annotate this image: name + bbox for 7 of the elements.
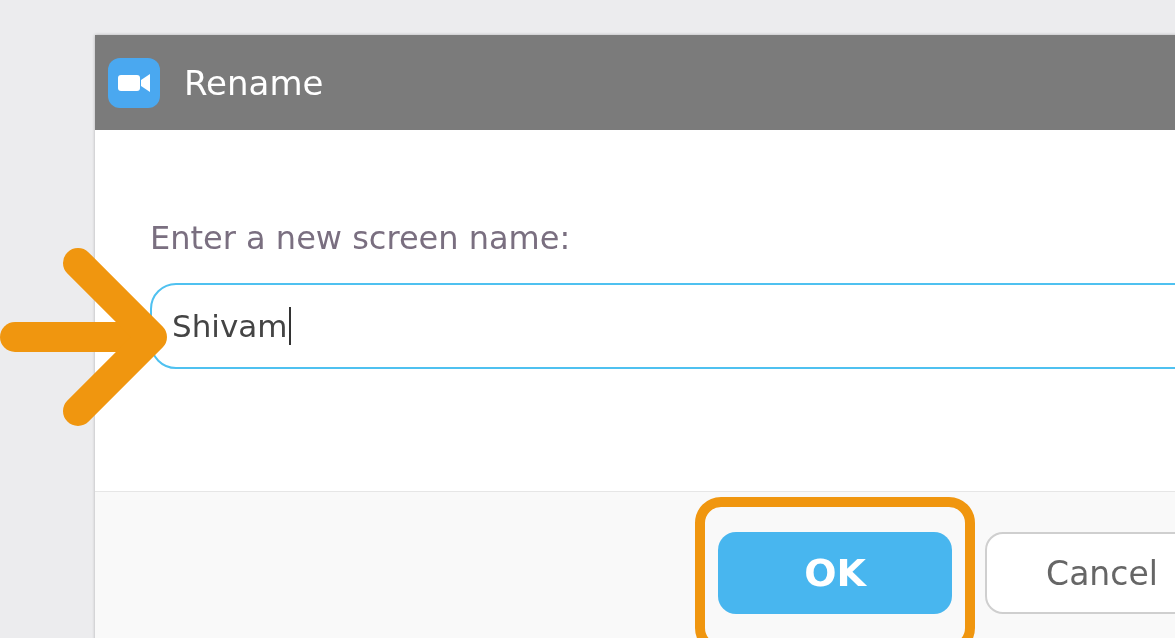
text-caret: [289, 307, 292, 345]
window-title: Rename: [184, 62, 324, 103]
cancel-button[interactable]: Cancel: [985, 532, 1175, 614]
prompt-label: Enter a new screen name:: [150, 218, 571, 258]
name-field[interactable]: Shivam: [150, 283, 1175, 369]
field-value: Shivam: [172, 308, 288, 344]
video-camera-icon: [108, 57, 160, 108]
